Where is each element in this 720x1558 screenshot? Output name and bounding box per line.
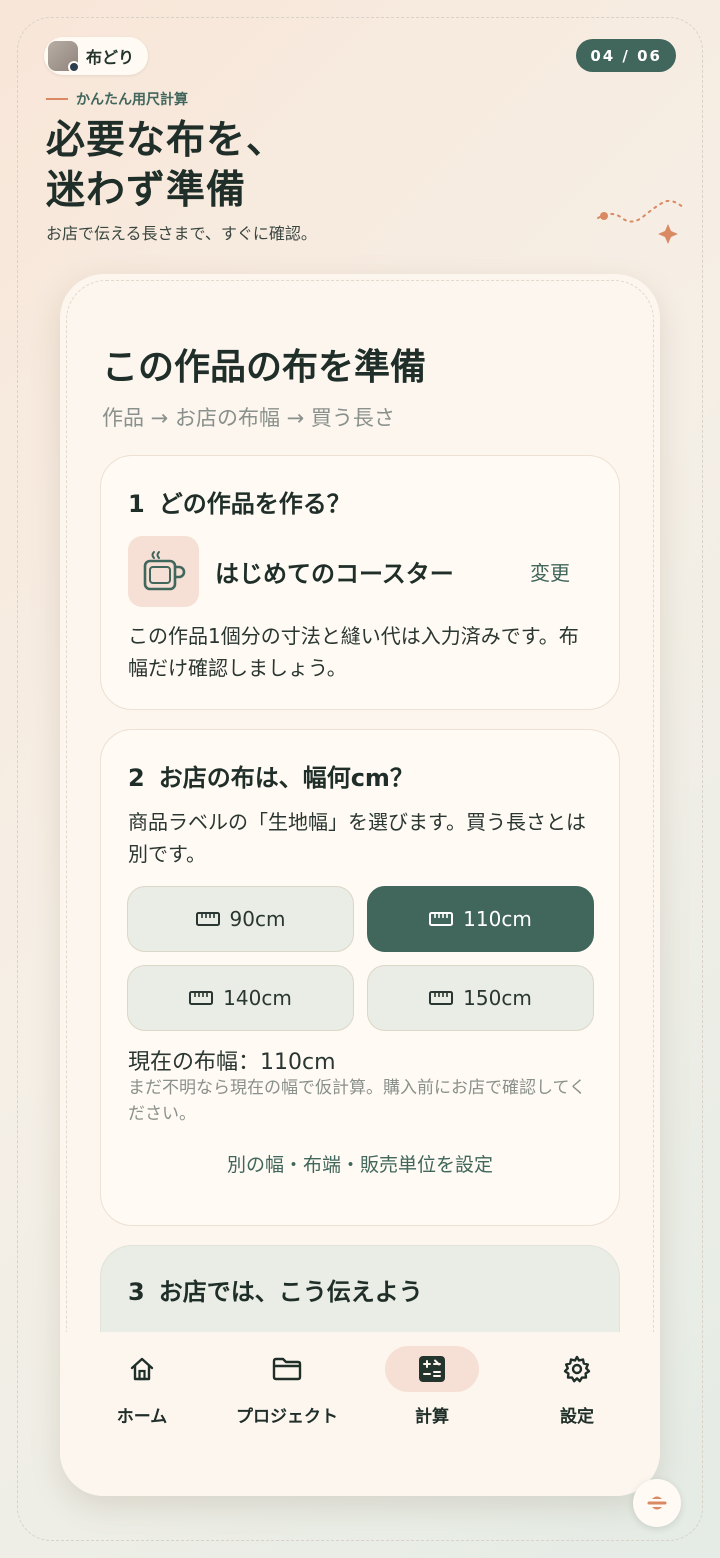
decorative-path-icon xyxy=(597,199,685,244)
tab-label: ホーム xyxy=(116,1407,168,1427)
ruler-icon xyxy=(429,912,454,926)
width-option-label: 110cm xyxy=(463,907,532,931)
step-2-heading: 2 お店の布は、幅何cm？ xyxy=(128,758,414,793)
step-3-title: お店では、こう伝えよう xyxy=(158,1278,423,1306)
step-3-heading: 3 お店では、こう伝えよう xyxy=(128,1272,423,1307)
kicker-text: かんたん用尺計算 xyxy=(76,92,188,108)
more-width-settings-link[interactable]: 別の幅・布端・販売単位を設定 xyxy=(101,1150,619,1177)
step-2-section: 2 お店の布は、幅何cm？ 商品ラベルの「生地幅」を選びます。買う長さとは別です。… xyxy=(100,729,620,1226)
tab-projects[interactable]: プロジェクト xyxy=(232,1346,342,1436)
tab-calculate[interactable]: 計算 xyxy=(377,1346,487,1436)
bottom-tab-bar: ホーム プロジェクト 計算 設定 xyxy=(60,1332,660,1496)
tab-label: プロジェクト xyxy=(236,1407,338,1427)
step-1-title: どの作品を作る？ xyxy=(158,490,351,518)
tab-label: 設定 xyxy=(560,1407,594,1427)
expand-icon xyxy=(647,1496,667,1510)
brand-avatar xyxy=(48,41,80,73)
step-3-number: 3 xyxy=(128,1278,145,1306)
brand-badge[interactable]: 布どり xyxy=(44,37,149,75)
mug-icon xyxy=(128,535,199,607)
step-1-heading: 1 どの作品を作る？ xyxy=(128,484,351,519)
kicker-line xyxy=(46,98,68,100)
width-option-label: 150cm xyxy=(463,986,532,1010)
width-option-label: 140cm xyxy=(223,986,292,1010)
change-project-button[interactable]: 変更 xyxy=(530,557,570,586)
ruler-icon xyxy=(429,991,454,1005)
project-row: はじめてのコースター 変更 xyxy=(128,535,594,607)
tab-home[interactable]: ホーム xyxy=(87,1346,197,1436)
width-option-150[interactable]: 150cm xyxy=(367,965,594,1031)
ruler-icon xyxy=(195,912,220,926)
main-card: この作品の布を準備 作品 → お店の布幅 → 買う長さ 1 どの作品を作る？ はじ… xyxy=(60,274,660,1496)
step-2-number: 2 xyxy=(128,764,145,792)
folder-icon xyxy=(240,1346,334,1392)
home-icon xyxy=(95,1346,189,1392)
current-width-readout: 現在の布幅：110cm xyxy=(128,1050,336,1075)
ruler-icon xyxy=(189,991,214,1005)
step-2-description: 商品ラベルの「生地幅」を選びます。買う長さとは別です。 xyxy=(128,810,586,866)
headline-line-1: 必要な布を、 xyxy=(46,118,287,163)
step-2-title: お店の布は、幅何cm？ xyxy=(158,764,414,792)
width-note: まだ不明なら現在の幅で仮計算。購入前にお店で確認してください。 xyxy=(128,1078,586,1124)
card-flow-breadcrumb: 作品 → お店の布幅 → 買う長さ xyxy=(102,406,395,430)
width-option-90[interactable]: 90cm xyxy=(127,886,354,952)
calculator-icon xyxy=(385,1346,479,1392)
step-1-number: 1 xyxy=(128,490,145,518)
width-option-110[interactable]: 110cm xyxy=(367,886,594,952)
headline-line-2: 迷わず準備 xyxy=(46,168,247,213)
step-1-section: 1 どの作品を作る？ はじめてのコースター 変更 この作品1個分の寸法と縫い代は入… xyxy=(100,455,620,710)
step-1-description: この作品1個分の寸法と縫い代は入力済みです。布幅だけ確認しましょう。 xyxy=(128,624,579,680)
intro-kicker: かんたん用尺計算 xyxy=(46,89,188,109)
card-title: この作品の布を準備 xyxy=(102,347,427,388)
expand-handle-button[interactable] xyxy=(633,1479,681,1527)
page-counter: 04 / 06 xyxy=(576,39,676,72)
brand-name: 布どり xyxy=(86,48,135,67)
tab-settings[interactable]: 設定 xyxy=(522,1346,632,1436)
intro-headline: 必要な布を、 迷わず準備 xyxy=(46,116,286,216)
tab-label: 計算 xyxy=(415,1407,449,1427)
intro-subhead: お店で伝える長さまで、すぐに確認。 xyxy=(46,224,317,243)
gear-icon xyxy=(530,1346,624,1392)
width-option-label: 90cm xyxy=(229,907,286,931)
project-name: はじめてのコースター xyxy=(215,559,454,588)
width-option-140[interactable]: 140cm xyxy=(127,965,354,1031)
